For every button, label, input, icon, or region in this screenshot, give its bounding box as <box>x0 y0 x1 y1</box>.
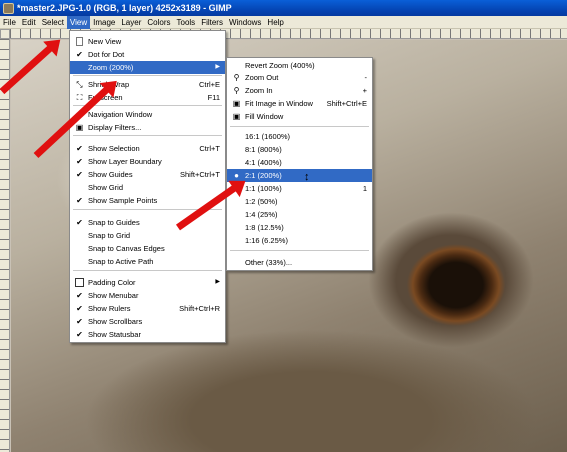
gimp-app-icon <box>3 2 14 14</box>
menu-item-zoom[interactable]: Zoom (200%) ▶ <box>70 61 225 74</box>
view-menu-dropdown: New View ✔ Dot for Dot Zoom (200%) ▶ ⤡ S… <box>69 30 226 343</box>
menu-item-show-grid[interactable]: Show Grid <box>70 181 225 194</box>
zoom-level-item[interactable]: 8:1 (800%) <box>227 143 372 156</box>
menu-windows[interactable]: Windows <box>226 16 264 29</box>
menu-item-snap-to-grid[interactable]: Snap to Grid <box>70 229 225 242</box>
checkmark-icon: ✔ <box>76 304 83 313</box>
fill-window-icon: ▣ <box>232 112 241 121</box>
menubar: File Edit Select View Image Layer Colors… <box>0 15 567 29</box>
menu-item-shrink-wrap[interactable]: ⤡ Shrink Wrap Ctrl+E <box>70 78 225 91</box>
menu-select[interactable]: Select <box>39 16 67 29</box>
checkmark-icon: ✔ <box>76 170 83 179</box>
menu-item-new-view[interactable]: New View <box>70 35 225 48</box>
menu-item-show-guides[interactable]: ✔ Show Guides Shift+Ctrl+T <box>70 168 225 181</box>
checkmark-icon: ✔ <box>76 196 83 205</box>
menu-separator <box>73 105 222 106</box>
menu-colors[interactable]: Colors <box>144 16 173 29</box>
checkmark-icon: ✔ <box>76 330 83 339</box>
zoom-item-zoom-in[interactable]: ⚲ Zoom In + <box>227 84 372 97</box>
menu-separator <box>73 75 222 76</box>
checkmark-icon: ✔ <box>76 291 83 300</box>
document-icon <box>76 37 83 46</box>
menu-item-snap-to-canvas-edges[interactable]: Snap to Canvas Edges <box>70 242 225 255</box>
zoom-level-item[interactable]: 1:16 (6.25%) <box>227 234 372 247</box>
zoom-item-zoom-out[interactable]: ⚲ Zoom Out - <box>227 71 372 84</box>
menu-view[interactable]: View <box>66 15 91 29</box>
checkmark-icon: ✔ <box>76 218 83 227</box>
zoom-level-item[interactable]: 1:2 (50%) <box>227 195 372 208</box>
zoom-item-fit-image[interactable]: ▣ Fit Image in Window Shift+Ctrl+E <box>227 97 372 110</box>
menu-item-navigation-window[interactable]: ✥ Navigation Window <box>70 108 225 121</box>
display-filters-icon: ▣ <box>75 123 84 132</box>
zoom-level-item-selected[interactable]: ● 2:1 (200%) <box>227 169 372 182</box>
menu-image[interactable]: Image <box>90 16 118 29</box>
zoom-item-other[interactable]: Other (33%)... <box>227 256 372 269</box>
ruler-corner-button[interactable] <box>0 29 10 39</box>
zoom-out-icon: ⚲ <box>233 73 240 82</box>
menu-separator <box>73 135 222 136</box>
menu-item-show-menubar[interactable]: ✔ Show Menubar <box>70 289 225 302</box>
fullscreen-icon: ⛶ <box>76 93 83 102</box>
zoom-level-item[interactable]: 16:1 (1600%) <box>227 130 372 143</box>
zoom-in-icon: ⚲ <box>233 86 240 95</box>
submenu-arrow-icon: ▶ <box>215 279 220 285</box>
menu-item-padding-color[interactable]: Padding Color ▶ <box>70 276 225 289</box>
zoom-item-fill-window[interactable]: ▣ Fill Window <box>227 110 372 123</box>
menu-edit[interactable]: Edit <box>19 16 39 29</box>
checkmark-icon: ✔ <box>76 157 83 166</box>
menu-layer[interactable]: Layer <box>118 16 144 29</box>
menu-filters[interactable]: Filters <box>198 16 226 29</box>
checkmark-icon: ✔ <box>76 144 83 153</box>
window-titlebar: *master2.JPG-1.0 (RGB, 1 layer) 4252x318… <box>0 0 567 16</box>
vertical-ruler[interactable] <box>0 39 10 452</box>
menu-item-show-scrollbars[interactable]: ✔ Show Scrollbars <box>70 315 225 328</box>
checkmark-icon: ✔ <box>76 50 83 59</box>
submenu-arrow-icon: ▶ <box>215 64 220 70</box>
menu-help[interactable]: Help <box>264 16 286 29</box>
menu-separator <box>230 250 369 251</box>
zoom-level-item[interactable]: 4:1 (400%) <box>227 156 372 169</box>
menu-separator <box>73 270 222 271</box>
menu-file[interactable]: File <box>0 16 19 29</box>
resize-cursor-icon: ↕ <box>304 171 310 183</box>
menu-item-show-statusbar[interactable]: ✔ Show Statusbar <box>70 328 225 341</box>
menu-item-snap-to-active-path[interactable]: Snap to Active Path <box>70 255 225 268</box>
zoom-level-item[interactable]: 1:8 (12.5%) <box>227 221 372 234</box>
zoom-submenu: Revert Zoom (400%) ⚲ Zoom Out - ⚲ Zoom I… <box>226 57 373 271</box>
window-title: *master2.JPG-1.0 (RGB, 1 layer) 4252x318… <box>17 3 232 13</box>
checkmark-icon: ✔ <box>76 317 83 326</box>
shrink-wrap-icon: ⤡ <box>76 80 83 89</box>
menu-item-dot-for-dot[interactable]: ✔ Dot for Dot <box>70 48 225 61</box>
menu-separator <box>230 126 369 127</box>
menu-tools[interactable]: Tools <box>174 16 199 29</box>
menu-item-snap-to-guides[interactable]: ✔ Snap to Guides <box>70 216 225 229</box>
fit-image-icon: ▣ <box>232 99 241 108</box>
menu-item-show-layer-boundary[interactable]: ✔ Show Layer Boundary <box>70 155 225 168</box>
padding-color-swatch-icon <box>75 278 84 287</box>
zoom-level-item[interactable]: 1:4 (25%) <box>227 208 372 221</box>
menu-item-show-rulers[interactable]: ✔ Show Rulers Shift+Ctrl+R <box>70 302 225 315</box>
menu-item-display-filters[interactable]: ▣ Display Filters... <box>70 121 225 134</box>
menu-item-show-selection[interactable]: ✔ Show Selection Ctrl+T <box>70 142 225 155</box>
